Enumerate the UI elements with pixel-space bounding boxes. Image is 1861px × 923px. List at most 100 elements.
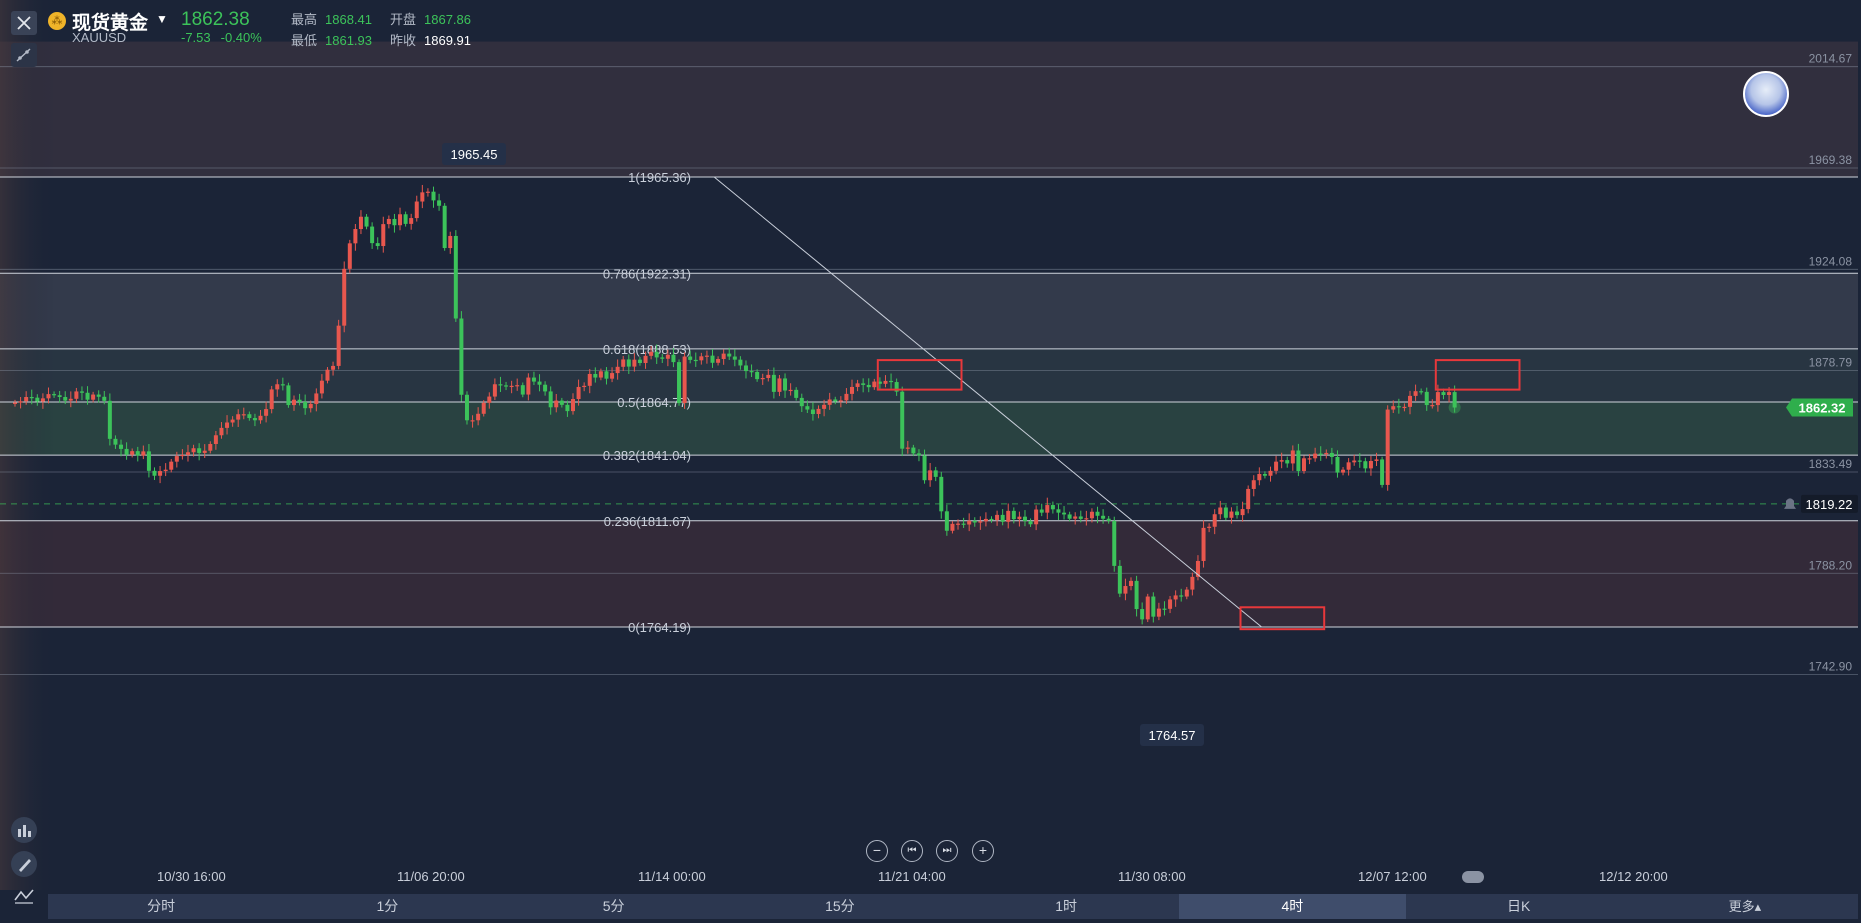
candle-body xyxy=(788,389,793,392)
candle-body xyxy=(498,384,503,386)
draw-tool-button[interactable] xyxy=(11,43,37,67)
tab-daily[interactable]: 日K xyxy=(1406,894,1632,919)
indicator-button[interactable] xyxy=(11,817,37,843)
candle-body xyxy=(1374,459,1379,461)
chevron-down-icon[interactable]: ▼ xyxy=(156,12,168,26)
compare-button[interactable] xyxy=(11,886,37,906)
fib-label: 0.618(1888.53) xyxy=(603,342,691,357)
candle-body xyxy=(492,384,497,397)
change-percent: -0.40% xyxy=(220,30,262,45)
band-zone xyxy=(0,41,1858,178)
tab-1hour[interactable]: 1时 xyxy=(953,894,1179,919)
candle-body xyxy=(431,191,436,201)
candle-body xyxy=(381,224,386,247)
candle-body xyxy=(855,383,860,387)
scroll-start-button[interactable]: ⏮ xyxy=(901,840,923,862)
band-zone xyxy=(0,455,1858,521)
candle-body xyxy=(1050,505,1055,510)
pen-button[interactable] xyxy=(11,851,37,877)
scroll-end-button[interactable]: ⏭ xyxy=(936,840,958,862)
candle-body xyxy=(96,394,101,397)
candle-body xyxy=(24,397,29,402)
candle-body xyxy=(956,523,961,525)
candle-body xyxy=(1017,516,1022,520)
candle-body xyxy=(1430,405,1435,407)
candle-body xyxy=(425,191,430,193)
candle-body xyxy=(18,401,23,403)
candle-body xyxy=(1011,510,1016,520)
candle-body xyxy=(1285,460,1290,464)
candle-body xyxy=(319,380,324,394)
candle-body xyxy=(208,443,213,451)
candle-body xyxy=(74,391,79,399)
band-zone xyxy=(0,520,1858,627)
candle-body xyxy=(241,414,246,416)
candle-body xyxy=(983,518,988,522)
stat-value: 1867.86 xyxy=(424,12,472,27)
candle-body xyxy=(392,218,397,226)
user-avatar[interactable] xyxy=(1743,71,1789,117)
candle-body xyxy=(174,456,179,462)
band-zone xyxy=(0,348,1858,402)
candle-body xyxy=(944,511,949,531)
candle-body xyxy=(660,357,665,359)
candle-body xyxy=(85,392,90,400)
candle-body xyxy=(872,381,877,388)
stat-value: 1861.93 xyxy=(325,33,373,48)
candle-body xyxy=(1140,609,1145,620)
alert-price-label: 1819.22 xyxy=(1806,497,1853,512)
candle-body xyxy=(68,398,73,401)
candle-body xyxy=(314,393,319,404)
candle-body xyxy=(1006,510,1011,522)
candle-body xyxy=(1028,521,1033,525)
candle-body xyxy=(1368,460,1373,469)
zoom-in-button[interactable]: + xyxy=(972,840,994,862)
candle-body xyxy=(1301,458,1306,472)
candle-body xyxy=(102,396,107,401)
candle-body xyxy=(833,399,838,402)
zoom-out-button[interactable]: − xyxy=(866,840,888,862)
candle-body xyxy=(732,356,737,360)
candle-body xyxy=(1173,595,1178,600)
candle-body xyxy=(827,399,832,405)
y-tick-label: 1788.20 xyxy=(1809,558,1853,572)
candlestick-chart[interactable]: 1(1965.36) 0.786(1922.31) 0.618(1888.53) 0.… xyxy=(0,0,1861,923)
tab-1min[interactable]: 1分 xyxy=(274,894,500,919)
candle-body xyxy=(665,354,670,359)
stat-label: 最高 xyxy=(291,12,318,27)
candle-body xyxy=(716,358,721,363)
candle-body xyxy=(939,476,944,512)
candle-body xyxy=(654,351,659,358)
close-button[interactable] xyxy=(11,11,37,35)
candle-body xyxy=(63,397,68,401)
candle-body xyxy=(342,268,347,326)
tab-timeshare[interactable]: 分时 xyxy=(48,894,274,919)
tab-5min[interactable]: 5分 xyxy=(501,894,727,919)
candle-body xyxy=(861,383,866,385)
candle-body xyxy=(476,413,481,421)
close-icon xyxy=(17,16,31,30)
tab-more[interactable]: 更多▴ xyxy=(1632,894,1858,919)
candle-body xyxy=(838,400,843,402)
candle-body xyxy=(1095,511,1100,516)
candle-body xyxy=(1000,514,1005,522)
candle-body xyxy=(398,214,403,226)
candle-body xyxy=(1413,391,1418,396)
candle-body xyxy=(967,520,972,525)
tab-4hour[interactable]: 4时 xyxy=(1179,894,1406,919)
candle-body xyxy=(375,243,380,247)
candle-body xyxy=(107,400,112,439)
tab-15min[interactable]: 15分 xyxy=(727,894,953,919)
candle-body xyxy=(370,226,375,244)
candle-body xyxy=(1279,460,1284,462)
candle-body xyxy=(1101,515,1106,519)
candle-body xyxy=(632,359,637,367)
candle-body xyxy=(331,365,336,370)
candle-body xyxy=(1396,406,1401,408)
candle-body xyxy=(1207,526,1212,528)
candle-body xyxy=(755,371,760,380)
link-icon[interactable] xyxy=(1462,871,1484,883)
candle-body xyxy=(219,427,224,436)
candle-body xyxy=(113,438,118,445)
fib-label: 1(1965.36) xyxy=(628,170,691,185)
